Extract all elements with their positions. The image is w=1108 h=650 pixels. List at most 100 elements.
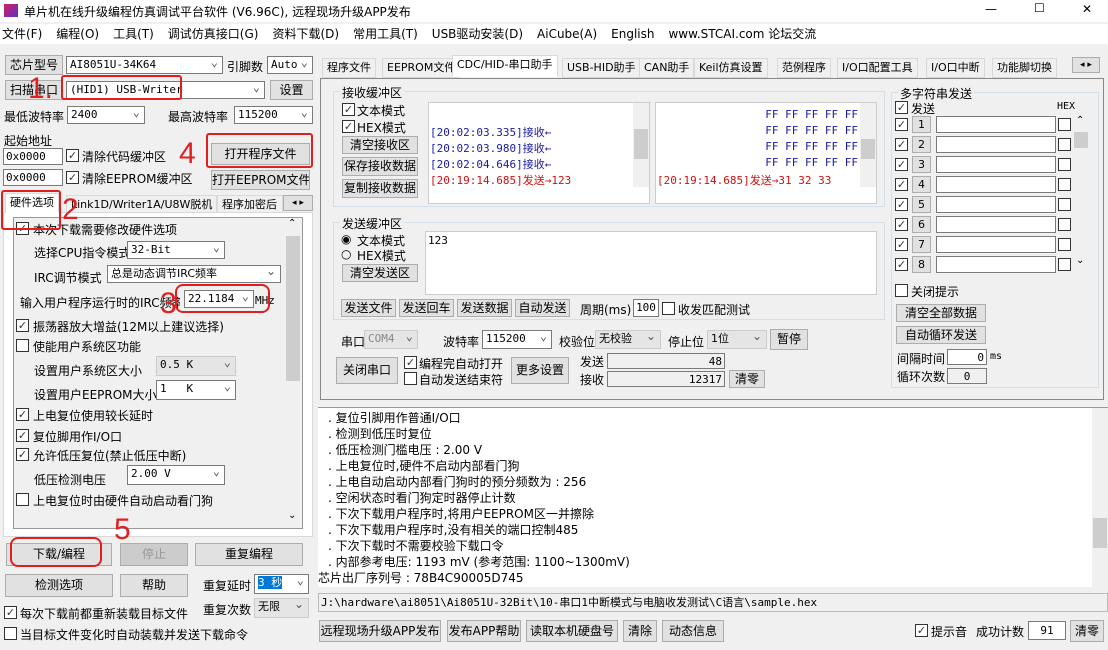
check-options-button[interactable]: 检测选项 [5,574,113,597]
reset-success-button[interactable]: 清零 [1070,620,1104,642]
multi-row-input[interactable] [936,176,1056,193]
multi-row-hex-checkbox[interactable] [1058,258,1071,271]
multi-row-checkbox[interactable]: ✓ [895,218,908,231]
tab-io-config[interactable]: I/O口配置工具 [837,58,918,78]
send-text-input[interactable]: 123 [425,231,877,295]
multi-row-input[interactable] [936,216,1056,233]
multi-row-checkbox[interactable]: ✓ [895,138,908,151]
multi-row-hex-checkbox[interactable] [1058,138,1071,151]
tab-usb-hid[interactable]: USB-HID助手 [562,58,641,78]
clear-count-button[interactable]: 清零 [729,370,765,388]
match-test-checkbox[interactable] [662,302,675,315]
cpu-mode-select[interactable]: 32-Bit [127,241,225,259]
auto-load-checkbox[interactable] [4,627,17,640]
multi-row-input[interactable] [936,136,1056,153]
multi-row-checkbox[interactable]: ✓ [895,118,908,131]
wdt-checkbox[interactable] [16,493,29,506]
recv-hex-mode-checkbox[interactable]: ✓ [342,120,355,133]
recv-text-mode-checkbox[interactable]: ✓ [342,103,355,116]
publish-app-button[interactable]: 远程现场升级APP发布 [319,620,441,642]
close-port-button[interactable]: 关闭串口 [336,357,398,384]
repeat-delay-select[interactable]: 3 秒 [254,574,309,594]
clear-log-button[interactable]: 清除 [623,620,657,642]
read-disk-button[interactable]: 读取本机硬盘号 [526,620,618,642]
save-receive-button[interactable]: 保存接收数据 [342,157,418,176]
tab-io-interrupt[interactable]: I/O口中断 [926,58,985,78]
multi-row-send-button[interactable]: 7 [912,236,931,253]
long-delay-checkbox[interactable]: ✓ [16,408,29,421]
multi-row-input[interactable] [936,196,1056,213]
multi-row-hex-checkbox[interactable] [1058,238,1071,251]
copy-receive-button[interactable]: 复制接收数据 [342,179,418,198]
code-start-address[interactable]: 0x0000 [3,148,63,165]
parity-select[interactable]: 无校验 [595,330,661,349]
baud-select[interactable]: 115200 [482,330,552,349]
send-data-button[interactable]: 发送数据 [457,299,512,317]
menu-program[interactable]: 编程(O) [56,24,99,44]
hex-scrollbar[interactable] [860,103,876,187]
tab-keil-sim[interactable]: Keil仿真设置 [694,58,768,78]
multi-row-hex-checkbox[interactable] [1058,218,1071,231]
irc-mode-select[interactable]: 总是动态调节IRC频率 [107,265,281,283]
multi-row-checkbox[interactable]: ✓ [895,178,908,191]
multi-row-send-button[interactable]: 4 [912,176,931,193]
tab-can[interactable]: CAN助手 [639,58,695,78]
multi-row-input[interactable] [936,236,1056,253]
beep-checkbox[interactable]: ✓ [915,624,928,637]
more-settings-button[interactable]: 更多设置 [511,357,569,384]
multi-row-send-button[interactable]: 6 [912,216,931,233]
multi-row-checkbox[interactable]: ✓ [895,158,908,171]
eeprom-size-select[interactable]: 1 K [156,380,236,400]
multi-row-hex-checkbox[interactable] [1058,158,1071,171]
stop-bits-select[interactable]: 1位 [707,330,767,349]
menu-file[interactable]: 文件(F) [2,24,42,44]
eeprom-start-address[interactable]: 0x0000 [3,169,63,186]
close-button[interactable]: ✕ [1082,2,1092,16]
chip-model-select[interactable]: AI8051U-34K64 [66,56,223,74]
send-hex-mode-radio[interactable]: ○ [341,247,351,261]
multi-row-send-button[interactable]: 5 [912,196,931,213]
clear-all-data-button[interactable]: 清空全部数据 [896,304,986,322]
menu-english[interactable]: English [611,24,654,44]
menu-debug[interactable]: 调试仿真接口(G) [168,24,259,44]
clear-receive-button[interactable]: 清空接收区 [342,136,418,154]
auto-loop-send-button[interactable]: 自动循环发送 [896,326,986,344]
auto-send-button[interactable]: 自动发送 [515,299,570,317]
receive-hex-pane[interactable]: FF FF FF FF FF FF FF FF FF FF FF FF FF F… [655,102,877,204]
lv-select[interactable]: 2.00 V [127,465,225,485]
multi-send-checkbox[interactable]: ✓ [895,101,908,114]
close-tip-checkbox[interactable] [895,284,908,297]
tab-hardware-options[interactable]: 硬件选项 [5,193,59,213]
interval-input[interactable]: 0 [947,349,987,365]
open-eeprom-file-button[interactable]: 打开EEPROM文件 [211,170,310,190]
multi-row-hex-checkbox[interactable] [1058,178,1071,191]
multi-row-checkbox[interactable]: ✓ [895,258,908,271]
clear-eeprom-checkbox[interactable]: ✓ [66,171,79,184]
tab-pin-switch[interactable]: 功能脚切换 [992,58,1057,78]
menu-aicube[interactable]: AiCube(A) [537,24,597,44]
help-button[interactable]: 帮助 [120,574,188,597]
tab-program-file[interactable]: 程序文件 [322,58,376,78]
tab-serial-assistant[interactable]: CDC/HID-串口助手 [452,55,558,77]
max-baud-select[interactable]: 115200 [234,106,313,124]
options-scrollbar[interactable]: ⌃ ⌄ [285,218,301,528]
multi-row-send-button[interactable]: 3 [912,156,931,173]
pins-select[interactable]: Auto [267,56,313,74]
serial-port-select[interactable]: COM4 [364,330,418,349]
reset-io-checkbox[interactable]: ✓ [16,429,29,442]
output-log[interactable]: . 复位引脚用作普通I/O口 . 检测到低压时复位 . 低压检测门槛电压 : 2.0… [318,407,1108,587]
min-baud-select[interactable]: 2400 [67,106,145,124]
multi-row-hex-checkbox[interactable] [1058,118,1071,131]
publish-help-button[interactable]: 发布APP帮助 [447,620,521,642]
menu-common-tools[interactable]: 常用工具(T) [353,24,418,44]
reload-checkbox[interactable]: ✓ [4,606,17,619]
pause-button[interactable]: 暂停 [770,329,808,350]
sys-size-select[interactable]: 0.5 K [156,356,236,376]
clear-code-checkbox[interactable]: ✓ [66,149,79,162]
user-sys-checkbox[interactable] [16,339,29,352]
period-input[interactable]: 100 [633,299,659,317]
menu-downloads[interactable]: 资料下载(D) [272,24,339,44]
tab-scroll-arrows[interactable]: ◂ ▸ [283,195,313,211]
multi-row-hex-checkbox[interactable] [1058,198,1071,211]
send-file-button[interactable]: 发送文件 [341,299,396,317]
